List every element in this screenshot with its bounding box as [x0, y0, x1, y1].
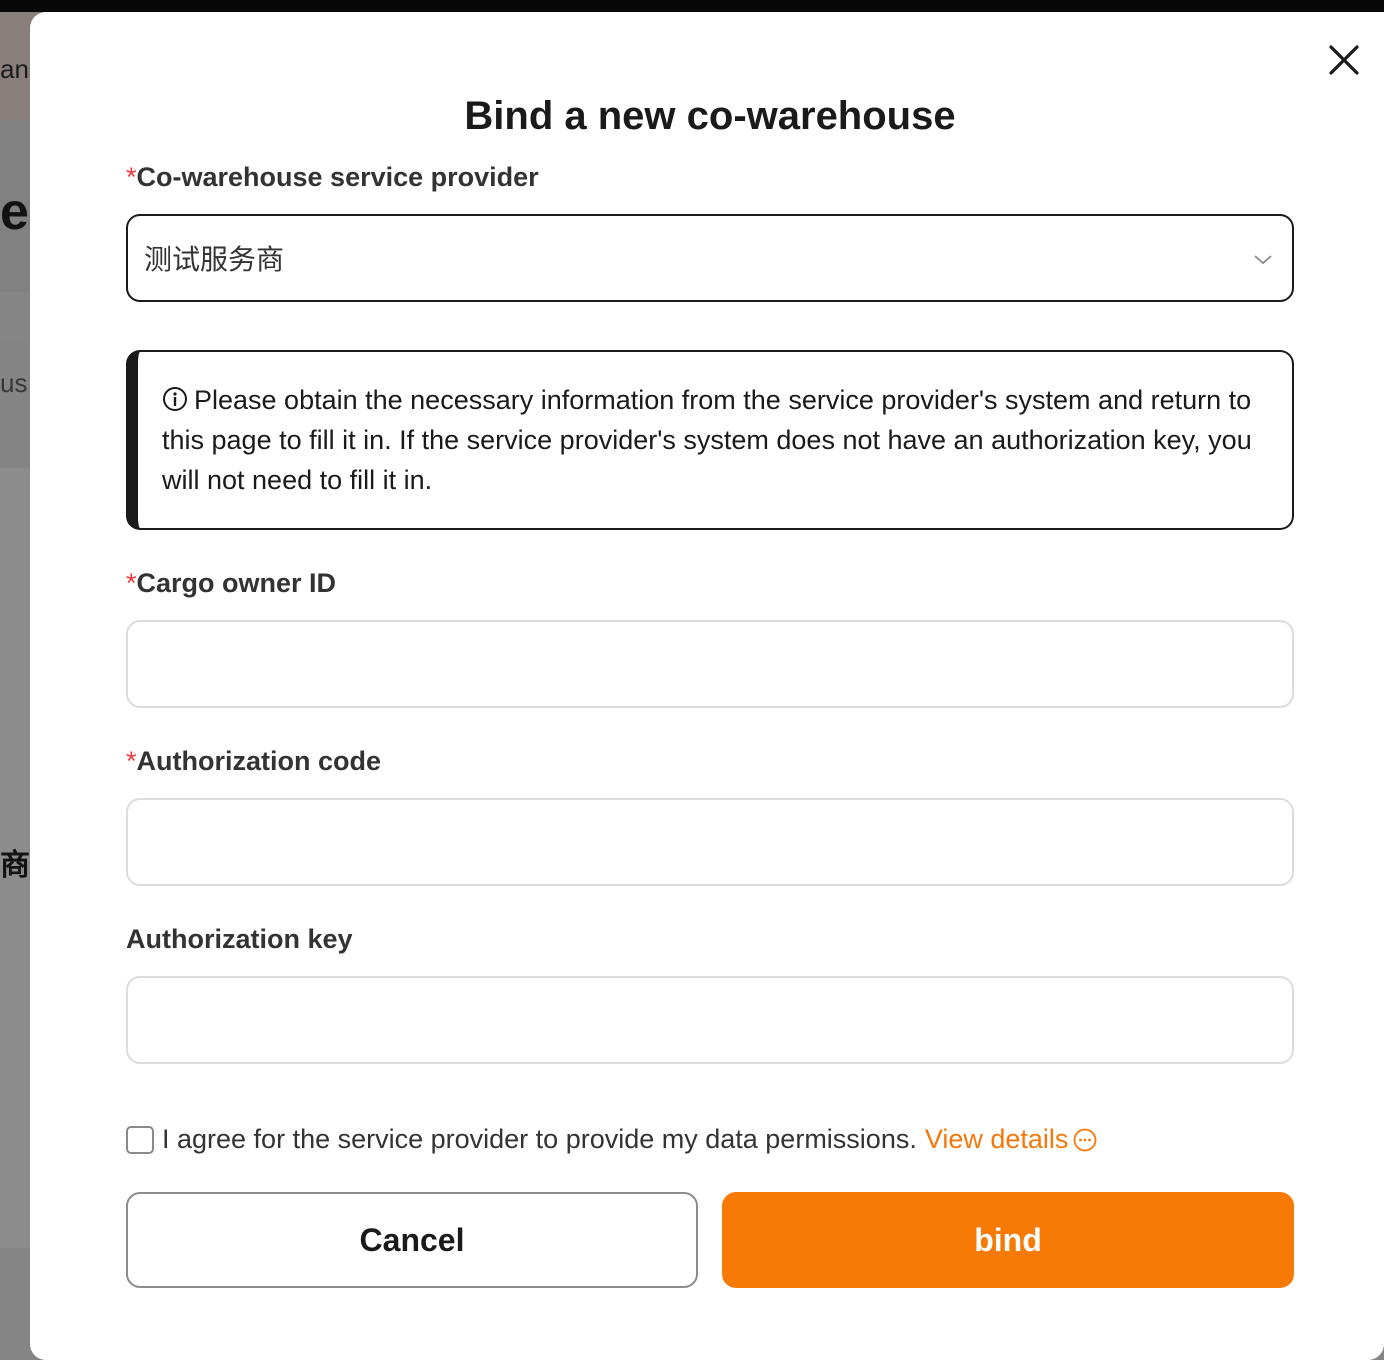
notice-text: Please obtain the necessary information … — [162, 385, 1252, 495]
cargo-owner-id-label-text: Cargo owner ID — [136, 568, 337, 598]
required-mark: * — [126, 746, 137, 776]
required-mark: * — [126, 162, 137, 192]
provider-label-text: Co-warehouse service provider — [136, 162, 539, 192]
close-icon — [1329, 45, 1359, 75]
provider-select[interactable]: 测试服务商 — [126, 214, 1294, 302]
authorization-key-input[interactable] — [126, 976, 1294, 1064]
agreement-text: I agree for the service provider to prov… — [162, 1124, 917, 1154]
more-circle-icon — [1074, 1128, 1097, 1151]
notice-body: Please obtain the necessary information … — [162, 380, 1252, 500]
chevron-down-icon — [1254, 255, 1272, 265]
dialog-title: Bind a new co-warehouse — [464, 94, 956, 138]
view-details-link[interactable]: View details — [925, 1124, 1099, 1155]
info-notice: Please obtain the necessary information … — [126, 350, 1294, 530]
agreement-checkbox[interactable] — [126, 1125, 154, 1154]
required-mark: * — [126, 568, 137, 598]
info-icon — [163, 387, 187, 411]
view-details-label: View details — [924, 1124, 1069, 1154]
authorization-code-label: *Authorization code — [126, 748, 381, 775]
authorization-code-input[interactable] — [126, 798, 1294, 886]
authorization-key-label-text: Authorization key — [126, 924, 353, 954]
bind-co-warehouse-dialog: Bind a new co-warehouse *Co-warehouse se… — [30, 12, 1384, 1360]
close-button[interactable] — [1324, 40, 1364, 80]
provider-select-value: 测试服务商 — [144, 244, 285, 275]
bind-button[interactable]: bind — [722, 1192, 1294, 1288]
agreement-row: I agree for the service provider to prov… — [126, 1124, 1098, 1155]
cancel-button[interactable]: Cancel — [126, 1192, 698, 1288]
authorization-key-label: Authorization key — [126, 926, 353, 953]
cargo-owner-id-input[interactable] — [126, 620, 1294, 708]
cargo-owner-id-label: *Cargo owner ID — [126, 570, 336, 597]
authorization-code-label-text: Authorization code — [136, 746, 382, 776]
provider-label: *Co-warehouse service provider — [126, 164, 539, 191]
